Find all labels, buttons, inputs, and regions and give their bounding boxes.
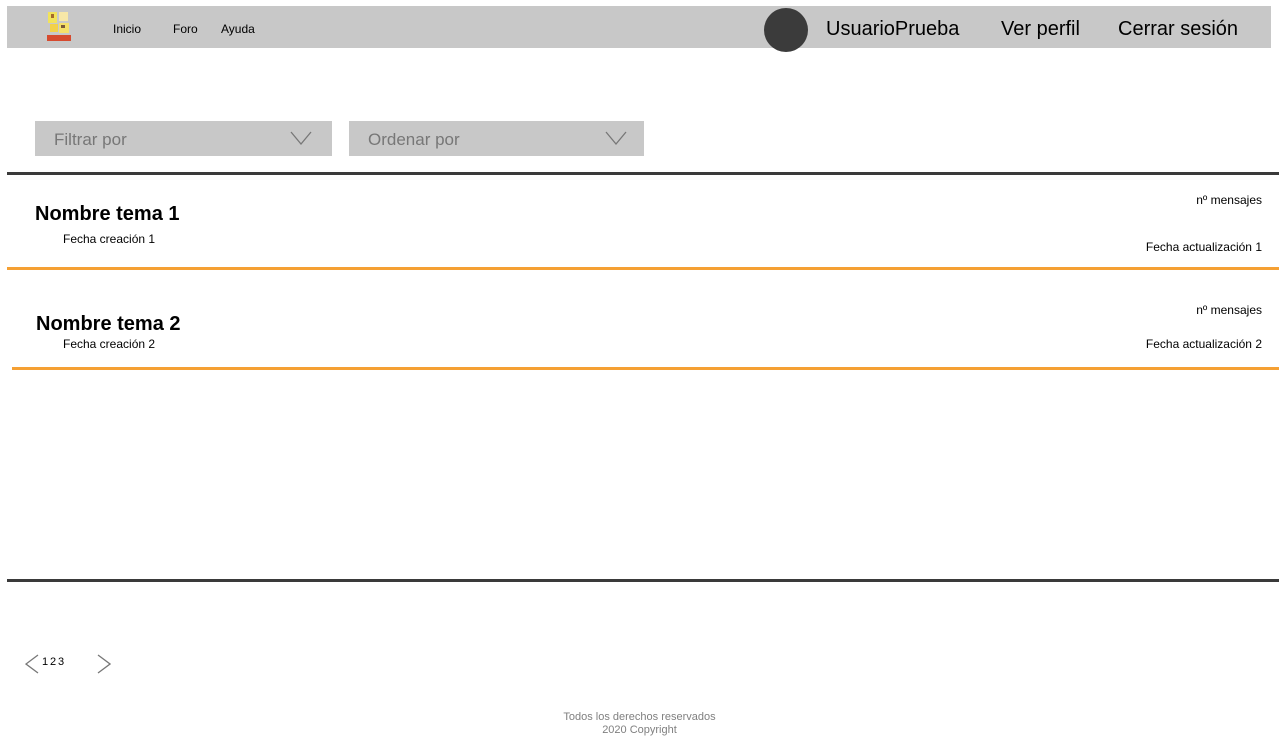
view-profile-link[interactable]: Ver perfil (1001, 17, 1080, 41)
nav-link-foro[interactable]: Foro (173, 22, 198, 36)
topic-title[interactable]: Nombre tema 1 (35, 202, 180, 226)
chevron-left-icon[interactable] (25, 654, 39, 674)
topic-created-date: Fecha creación 2 (63, 337, 156, 351)
logout-link[interactable]: Cerrar sesión (1118, 17, 1238, 41)
topic-message-count: nº mensajes (1196, 303, 1262, 317)
pagination: 1 2 3 (25, 650, 115, 676)
page-link-3[interactable]: 3 (58, 656, 64, 669)
nav-link-ayuda[interactable]: Ayuda (221, 22, 255, 36)
chevron-right-icon[interactable] (97, 654, 111, 674)
page-link-1[interactable]: 1 (42, 656, 48, 669)
topic-divider (7, 267, 1279, 270)
list-bottom-divider (7, 579, 1279, 582)
topic-title[interactable]: Nombre tema 2 (36, 312, 181, 336)
footer-rights: Todos los derechos reservados (563, 711, 716, 723)
topic-created-date: Fecha creación 1 (63, 232, 156, 246)
username-link[interactable]: UsuarioPrueba (826, 17, 959, 41)
topic-updated-date: Fecha actualización 1 (1145, 240, 1262, 254)
filter-select-placeholder: Filtrar por (54, 130, 127, 149)
order-select-placeholder: Ordenar por (368, 130, 460, 149)
topic-divider (12, 367, 1279, 370)
list-top-divider (7, 172, 1279, 175)
top-navigation-bar: Inicio Foro Ayuda UsuarioPrueba Ver perf… (7, 6, 1271, 52)
page-link-2[interactable]: 2 (50, 656, 56, 669)
topic-message-count: nº mensajes (1196, 193, 1262, 207)
user-avatar-icon[interactable] (764, 8, 808, 52)
chevron-down-icon (605, 131, 627, 145)
filter-select[interactable]: Filtrar por (35, 121, 332, 156)
nav-link-inicio[interactable]: Inicio (113, 22, 141, 36)
topic-updated-date: Fecha actualización 2 (1145, 337, 1262, 351)
ducks-logo-icon[interactable] (47, 11, 71, 43)
chevron-down-icon (290, 131, 312, 145)
order-select[interactable]: Ordenar por (349, 121, 644, 156)
footer-copyright: 2020 Copyright (602, 724, 677, 736)
